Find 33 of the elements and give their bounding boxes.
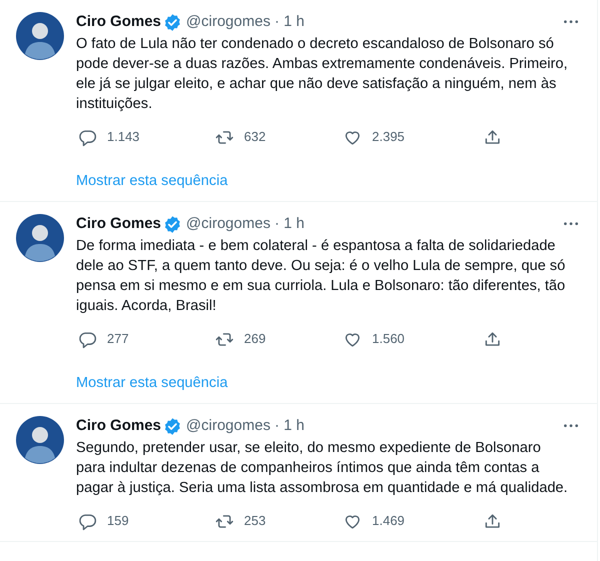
author-name: Ciro Gomes bbox=[76, 214, 162, 234]
more-icon bbox=[564, 222, 578, 226]
author-name: Ciro Gomes bbox=[76, 12, 162, 32]
tweet-text: De forma imediata - e bem colateral - é espantosa a falta de solidariedade dele ao STF, a quem tanto deve. Ou seja: é o velho Lula de sempre, que só pensa em si mesmo e em sua curriola. Lula e Bolsonaro: tão diferentes, tão iguais. Acorda, Brasil! bbox=[76, 237, 566, 316]
avatar-icon bbox=[16, 12, 64, 60]
avatar-icon bbox=[16, 416, 64, 464]
retweet-button[interactable]: 253 bbox=[213, 511, 341, 531]
share-icon bbox=[483, 128, 502, 146]
tweet-text: O fato de Lula não ter condenado o decreto escandaloso de Bolsonaro só pode dever-se a duas razões. Ambas extremamente condenáveis. Primeiro, ele já se julgar eleito, e achar que não deve satisfação a ninguém, nem às instituições. bbox=[76, 35, 569, 114]
share-icon bbox=[483, 330, 502, 348]
share-icon bbox=[483, 512, 502, 530]
reply-button[interactable]: 1.143 bbox=[76, 127, 213, 147]
more-icon bbox=[564, 20, 578, 24]
like-button[interactable]: 1.469 bbox=[341, 511, 481, 531]
like-button[interactable]: 1.560 bbox=[341, 329, 481, 349]
author-handle: @cirogomes bbox=[186, 12, 270, 32]
retweet-button[interactable]: 632 bbox=[213, 127, 341, 147]
reply-button[interactable]: 277 bbox=[76, 329, 213, 349]
like-button[interactable]: 2.395 bbox=[341, 127, 481, 147]
retweet-button[interactable]: 269 bbox=[213, 329, 341, 349]
author-handle: @cirogomes bbox=[186, 416, 270, 436]
reply-icon bbox=[78, 128, 97, 146]
reply-icon bbox=[78, 512, 97, 530]
tweet-text: Segundo, pretender usar, se eleito, do mesmo expediente de Bolsonaro para indultar dezenas de companheiros íntimos que ainda têm contas a pagar à justiça. Seria uma lista assombrosa em quantidade e má qualidade. bbox=[76, 439, 569, 498]
tweet-time[interactable]: · 1 h bbox=[274, 214, 304, 234]
author-name: Ciro Gomes bbox=[76, 416, 162, 436]
reply-icon bbox=[78, 330, 97, 348]
avatar-icon bbox=[16, 214, 64, 262]
tweet-time[interactable]: · 1 h bbox=[274, 12, 304, 32]
more-icon bbox=[564, 424, 578, 428]
tweet-time[interactable]: · 1 h bbox=[274, 416, 304, 436]
author-handle: @cirogomes bbox=[186, 214, 270, 234]
reply-button[interactable]: 159 bbox=[76, 511, 213, 531]
